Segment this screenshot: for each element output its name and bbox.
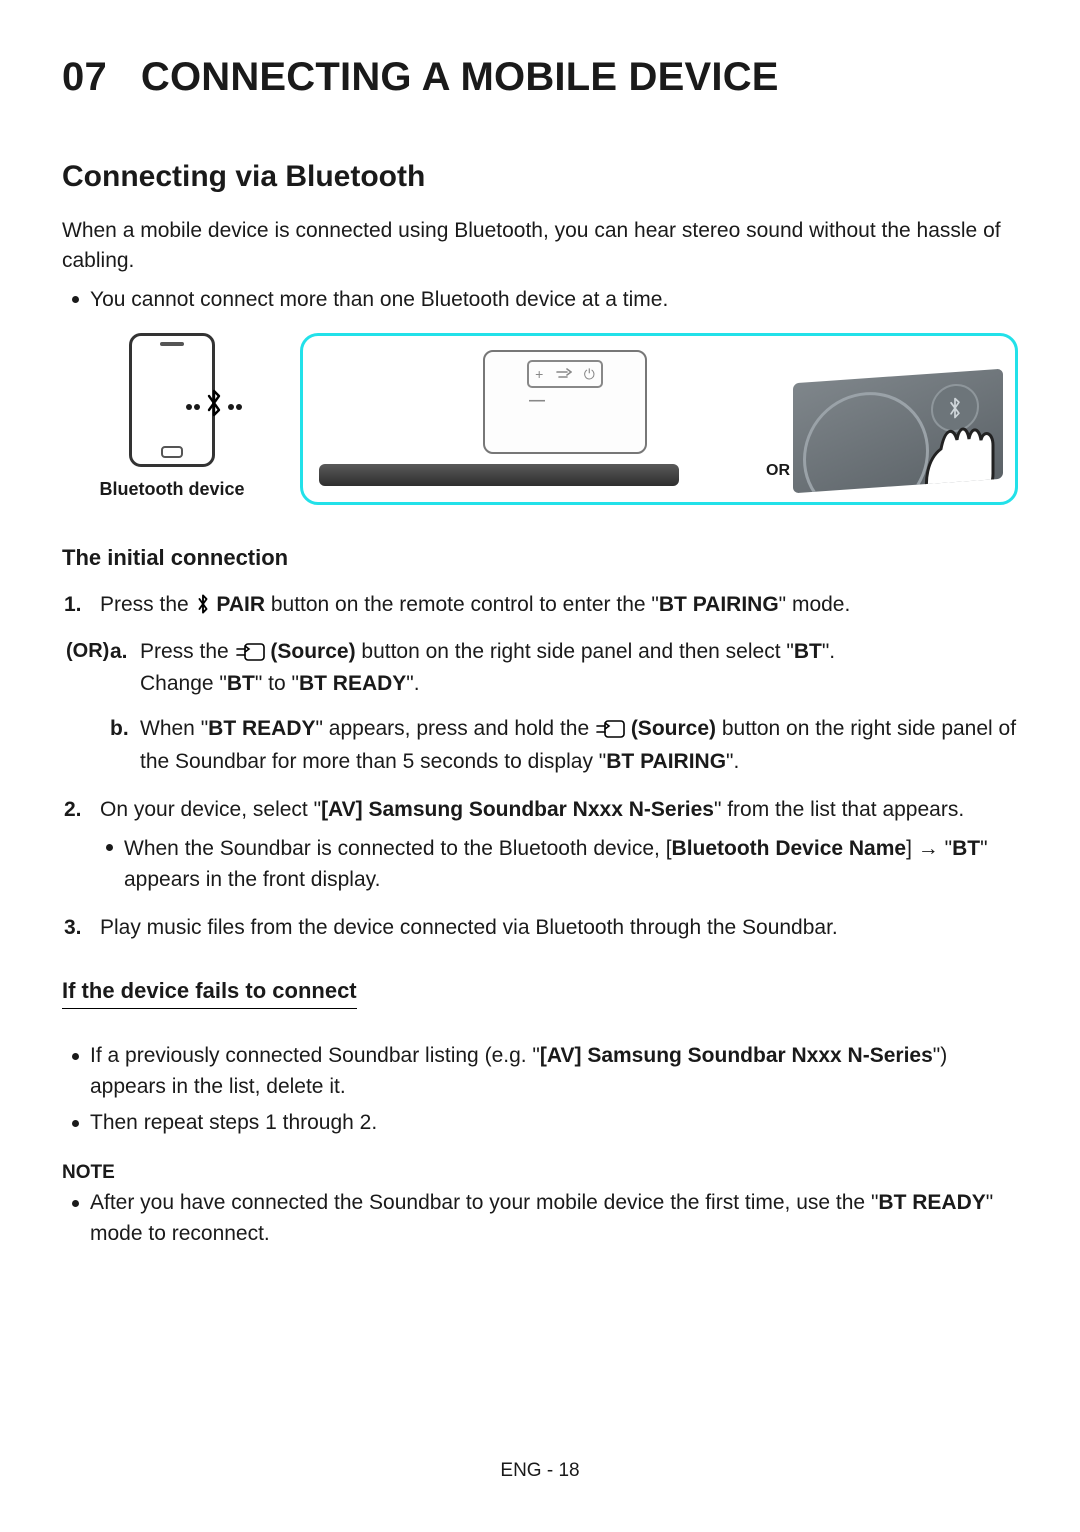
manual-page: 07 CONNECTING A MOBILE DEVICE Connecting… bbox=[0, 0, 1080, 1532]
diagram-right-panel: + ⏻ — OR bbox=[300, 333, 1018, 505]
note-bullets: After you have connected the Soundbar to… bbox=[62, 1188, 1018, 1249]
bluetooth-icon bbox=[204, 389, 224, 424]
intro-paragraph: When a mobile device is connected using … bbox=[62, 216, 1018, 277]
steps-list: 1. Press the PAIR button on the remote c… bbox=[62, 589, 1018, 944]
step-2: 2. On your device, select "[AV] Samsung … bbox=[92, 794, 1018, 896]
step-3: 3. Play music files from the device conn… bbox=[92, 912, 1018, 945]
chapter-number: 07 bbox=[62, 55, 107, 99]
note-heading: NOTE bbox=[62, 1162, 1018, 1184]
chapter-heading: 07 CONNECTING A MOBILE DEVICE bbox=[62, 55, 1018, 100]
source-button-icon: + ⏻ bbox=[527, 360, 603, 388]
note-bullet: After you have connected the Soundbar to… bbox=[90, 1188, 1018, 1249]
bluetooth-icon bbox=[195, 594, 211, 614]
step-number: 2. bbox=[64, 794, 82, 827]
chapter-title: CONNECTING A MOBILE DEVICE bbox=[141, 55, 779, 99]
source-icon bbox=[595, 720, 625, 738]
diagram-left: Bluetooth device bbox=[62, 333, 282, 505]
hand-press-icon bbox=[901, 394, 1003, 494]
step-number: 1. bbox=[64, 589, 82, 622]
or-alternative: (OR) a. Press the (Source) button on the… bbox=[100, 636, 1018, 778]
or-side-label: (OR) bbox=[66, 636, 109, 667]
step-1a: a. Press the (Source) button on the righ… bbox=[140, 636, 1018, 701]
source-icon bbox=[235, 643, 265, 661]
section-heading: Connecting via Bluetooth bbox=[62, 160, 1018, 194]
page-footer: ENG - 18 bbox=[0, 1460, 1080, 1482]
soundbar-body-icon: + ⏻ — bbox=[483, 350, 647, 454]
fails-heading: If the device fails to connect bbox=[62, 978, 357, 1009]
sub-steps: a. Press the (Source) button on the righ… bbox=[100, 636, 1018, 778]
touchpad-icon bbox=[793, 369, 1003, 494]
fail-bullet-2: Then repeat steps 1 through 2. bbox=[90, 1108, 1018, 1138]
bluetooth-device-label: Bluetooth device bbox=[62, 479, 282, 500]
or-label: OR bbox=[766, 462, 790, 480]
bluetooth-waves-icon bbox=[186, 389, 242, 424]
intro-bullet-item: You cannot connect more than one Bluetoo… bbox=[90, 285, 1018, 315]
soundbar-icon bbox=[319, 464, 679, 486]
step-1: 1. Press the PAIR button on the remote c… bbox=[92, 589, 1018, 778]
step2-sub: When the Soundbar is connected to the Bl… bbox=[100, 833, 1018, 896]
intro-bullets: You cannot connect more than one Bluetoo… bbox=[62, 285, 1018, 315]
step-1b: b. When "BT READY" appears, press and ho… bbox=[140, 713, 1018, 778]
initial-connection-heading: The initial connection bbox=[62, 545, 1018, 571]
fail-bullets: If a previously connected Soundbar listi… bbox=[62, 1041, 1018, 1138]
step1-text: Press the PAIR button on the remote cont… bbox=[100, 593, 850, 616]
step2-sub-item: When the Soundbar is connected to the Bl… bbox=[124, 833, 1018, 896]
fail-bullet-1: If a previously connected Soundbar listi… bbox=[90, 1041, 1018, 1102]
step-number: 3. bbox=[64, 912, 82, 945]
diagram-row: Bluetooth device + ⏻ — OR bbox=[62, 333, 1018, 505]
